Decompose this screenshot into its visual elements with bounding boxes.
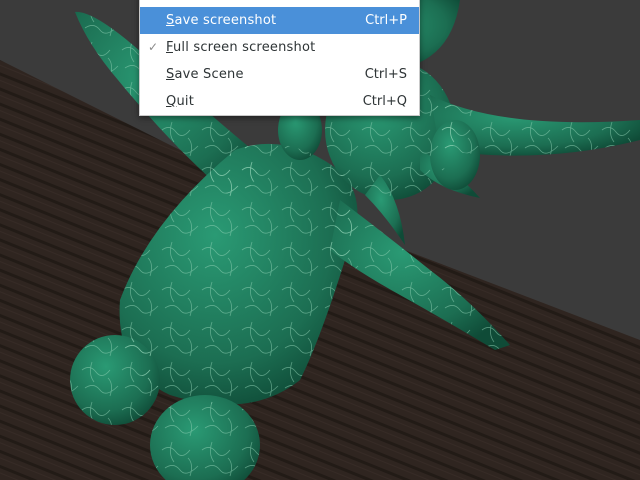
menu-item-shortcut: Ctrl+S bbox=[364, 67, 407, 82]
menu-item-save-screenshot[interactable]: Save screenshot Ctrl+P bbox=[140, 7, 419, 34]
menu-item-save-scene[interactable]: Save Scene Ctrl+S bbox=[140, 61, 419, 88]
menu-item-partial[interactable] bbox=[140, 0, 419, 7]
menu-item-label: Full screen screenshot bbox=[166, 40, 316, 55]
menu-item-quit[interactable]: Quit Ctrl+Q bbox=[140, 88, 419, 115]
menu-item-label: Quit bbox=[166, 94, 194, 109]
checkmark-icon: ✓ bbox=[147, 40, 159, 54]
menu-item-full-screen-screenshot[interactable]: ✓ Full screen screenshot bbox=[140, 34, 419, 61]
menu-item-shortcut: Ctrl+Q bbox=[362, 94, 407, 109]
menu-item-label: Save Scene bbox=[166, 67, 244, 82]
context-menu: Save screenshot Ctrl+P ✓ Full screen scr… bbox=[139, 0, 420, 116]
menu-item-shortcut: Ctrl+P bbox=[365, 13, 407, 28]
menu-item-label: Save screenshot bbox=[166, 13, 277, 28]
